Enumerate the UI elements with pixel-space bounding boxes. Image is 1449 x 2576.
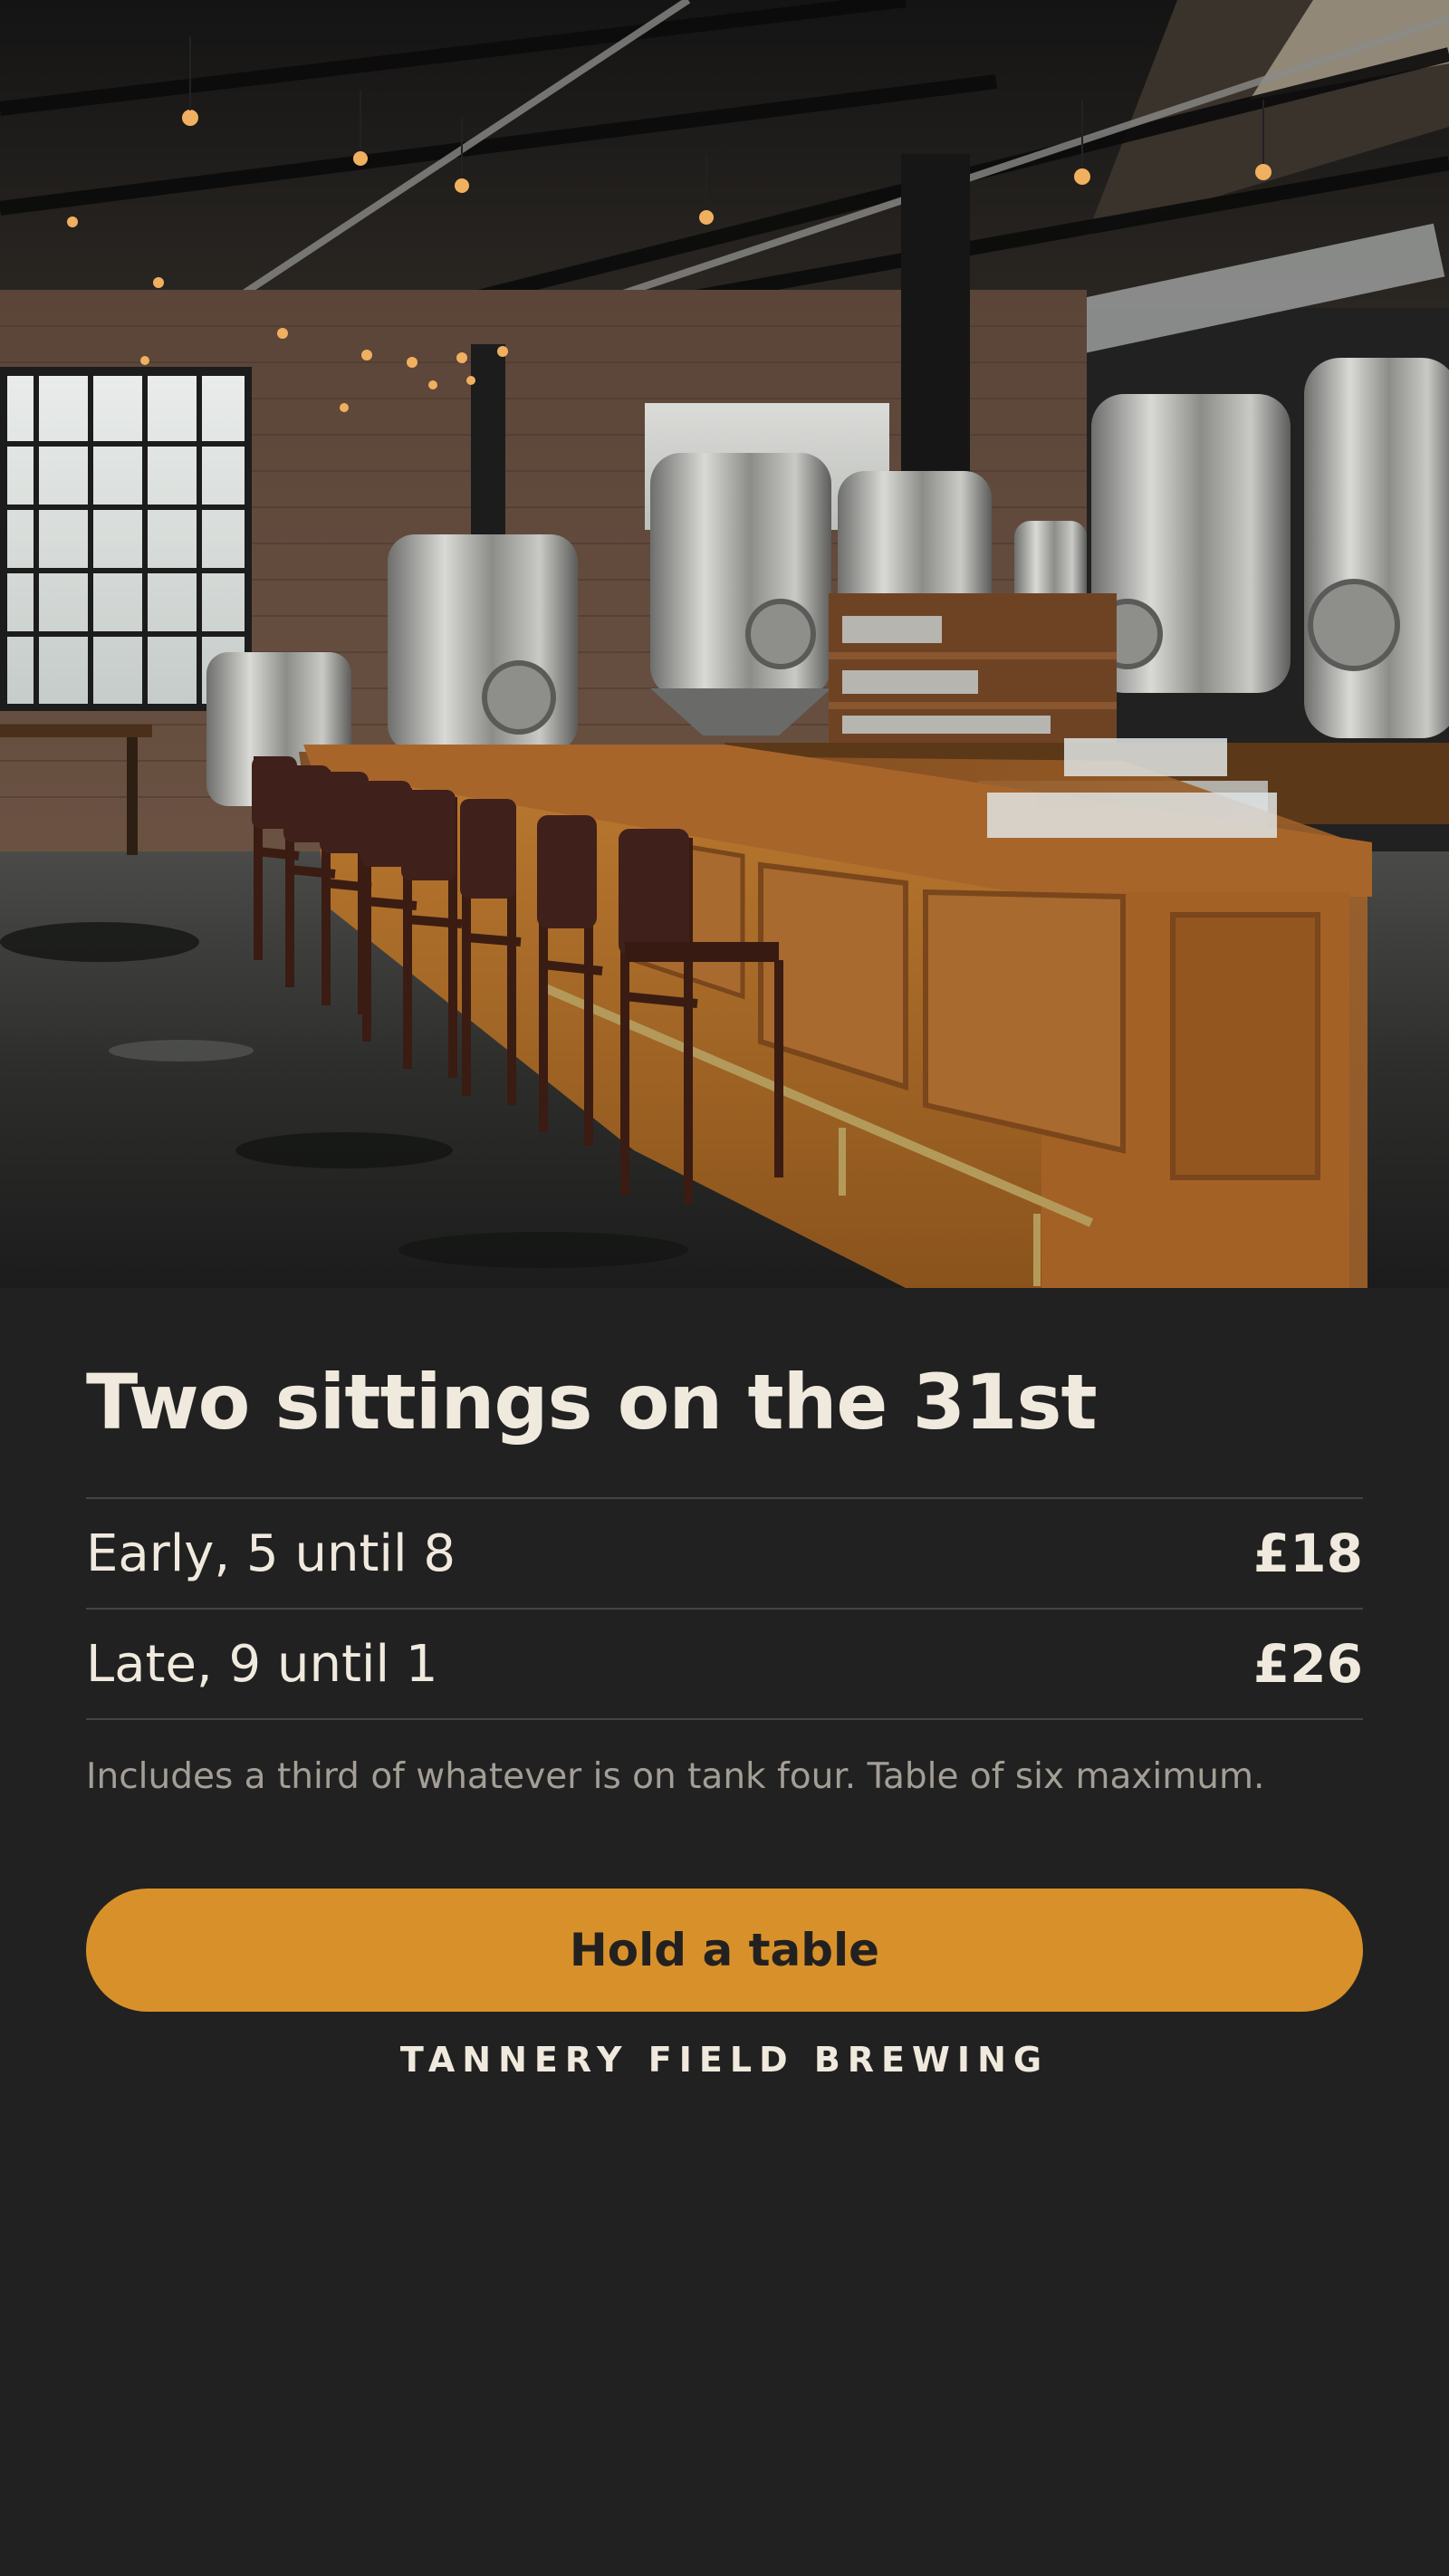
sitting-price: £26 (1252, 1633, 1363, 1695)
brand-wordmark: TANNERY FIELD BREWING (399, 2040, 1050, 2080)
page: Two sittings on the 31st Early, 5 until … (0, 0, 1449, 2576)
sitting-row-early: Early, 5 until 8 £18 (86, 1497, 1363, 1608)
sitting-price: £18 (1252, 1523, 1363, 1584)
hold-table-button[interactable]: Hold a table (86, 1889, 1363, 2012)
offer-note: Includes a third of whatever is on tank … (86, 1756, 1265, 1797)
sitting-label: Early, 5 until 8 (86, 1523, 456, 1583)
page-title: Two sittings on the 31st (86, 1358, 1098, 1447)
brewery-taproom-photo (0, 0, 1449, 1288)
hero-image (0, 0, 1449, 1288)
sitting-label: Late, 9 until 1 (86, 1634, 438, 1694)
sitting-row-late: Late, 9 until 1 £26 (86, 1608, 1363, 1720)
